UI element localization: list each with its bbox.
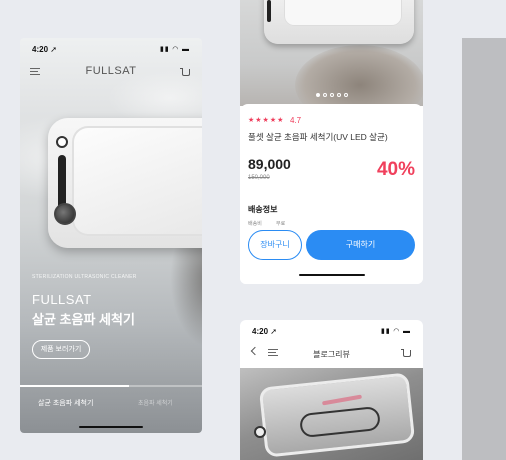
product-strip [267, 0, 271, 22]
power-ring [56, 136, 68, 148]
cleaner-lid [72, 126, 202, 236]
carousel-dot[interactable] [336, 93, 341, 97]
hero-title: 살균 초음파 세척기 [32, 312, 135, 327]
power-ring [254, 426, 266, 438]
rating-value: 4.7 [290, 116, 302, 125]
brand-logo[interactable]: FULLSAT [20, 65, 202, 77]
tab-sterilization-cleaner[interactable]: 살균 초음파 세척기 [38, 398, 93, 408]
home-screen: 4:20 ➚ ▮▮ ◠ ▬ FULLSAT STERILIZATION ULTR… [20, 38, 202, 433]
cart-icon[interactable] [180, 68, 190, 76]
carousel-dots[interactable] [240, 93, 423, 97]
top-nav: FULLSAT [20, 62, 202, 82]
top-nav: 블로그리뷰 [240, 342, 423, 364]
tab-ultrasonic-cleaner[interactable]: 초음파 세척기 [138, 398, 173, 407]
rating-stars: ★★★★★ [248, 117, 285, 124]
shipping-title: 배송정보 [248, 205, 278, 214]
buy-button[interactable]: 구매하기 [306, 230, 415, 260]
shipping-value: 무료 [276, 221, 286, 227]
carousel-dot[interactable] [322, 93, 327, 97]
status-icons: ▮▮ ◠ ▬ [160, 46, 190, 53]
shipping-label: 배송비 [248, 221, 262, 227]
sale-price: 89,000 [248, 156, 291, 172]
next-screen-preview [462, 38, 506, 460]
add-to-cart-button[interactable]: 장바구니 [248, 230, 302, 260]
status-bar: 4:20 ➚ ▮▮ ◠ ▬ [20, 38, 202, 60]
cart-icon[interactable] [401, 349, 411, 357]
slide-progress [20, 385, 202, 387]
blog-review-screen: 4:20 ➚ ▮▮ ◠ ▬ 블로그리뷰 [240, 320, 423, 460]
discount-rate: 40% [376, 159, 415, 180]
status-icons: ▮▮ ◠ ▬ [381, 328, 411, 335]
view-product-button[interactable]: 제품 보러가기 [32, 340, 90, 359]
home-indicator [79, 426, 143, 428]
status-time: 4:20 ➚ [252, 327, 277, 336]
status-time: 4:20 ➚ [32, 45, 57, 54]
product-name: 풀셋 살균 초음파 세척기(UV LED 살균) [248, 132, 388, 142]
slide-progress-fill [20, 385, 130, 387]
product-detail-screen: ★★★★★ 4.7 풀셋 살균 초음파 세척기(UV LED 살균) 89,00… [240, 0, 423, 284]
control-knob [54, 203, 76, 225]
product-image-carousel[interactable] [240, 0, 423, 125]
carousel-dot[interactable] [315, 93, 320, 97]
product-info-card: ★★★★★ 4.7 풀셋 살균 초음파 세척기(UV LED 살균) 89,00… [240, 104, 423, 284]
hero-brand: FULLSAT [32, 292, 92, 307]
page-title: 블로그리뷰 [313, 350, 350, 359]
product-lid [284, 0, 402, 26]
hero-subtitle: STERILIZATION ULTRASONIC CLEANER [32, 274, 137, 280]
original-price: 150,000 [248, 175, 270, 181]
status-bar: 4:20 ➚ ▮▮ ◠ ▬ [240, 320, 423, 342]
carousel-dot[interactable] [343, 93, 348, 97]
home-indicator [299, 274, 365, 276]
carousel-dot[interactable] [329, 93, 334, 97]
review-photo[interactable] [240, 368, 423, 460]
